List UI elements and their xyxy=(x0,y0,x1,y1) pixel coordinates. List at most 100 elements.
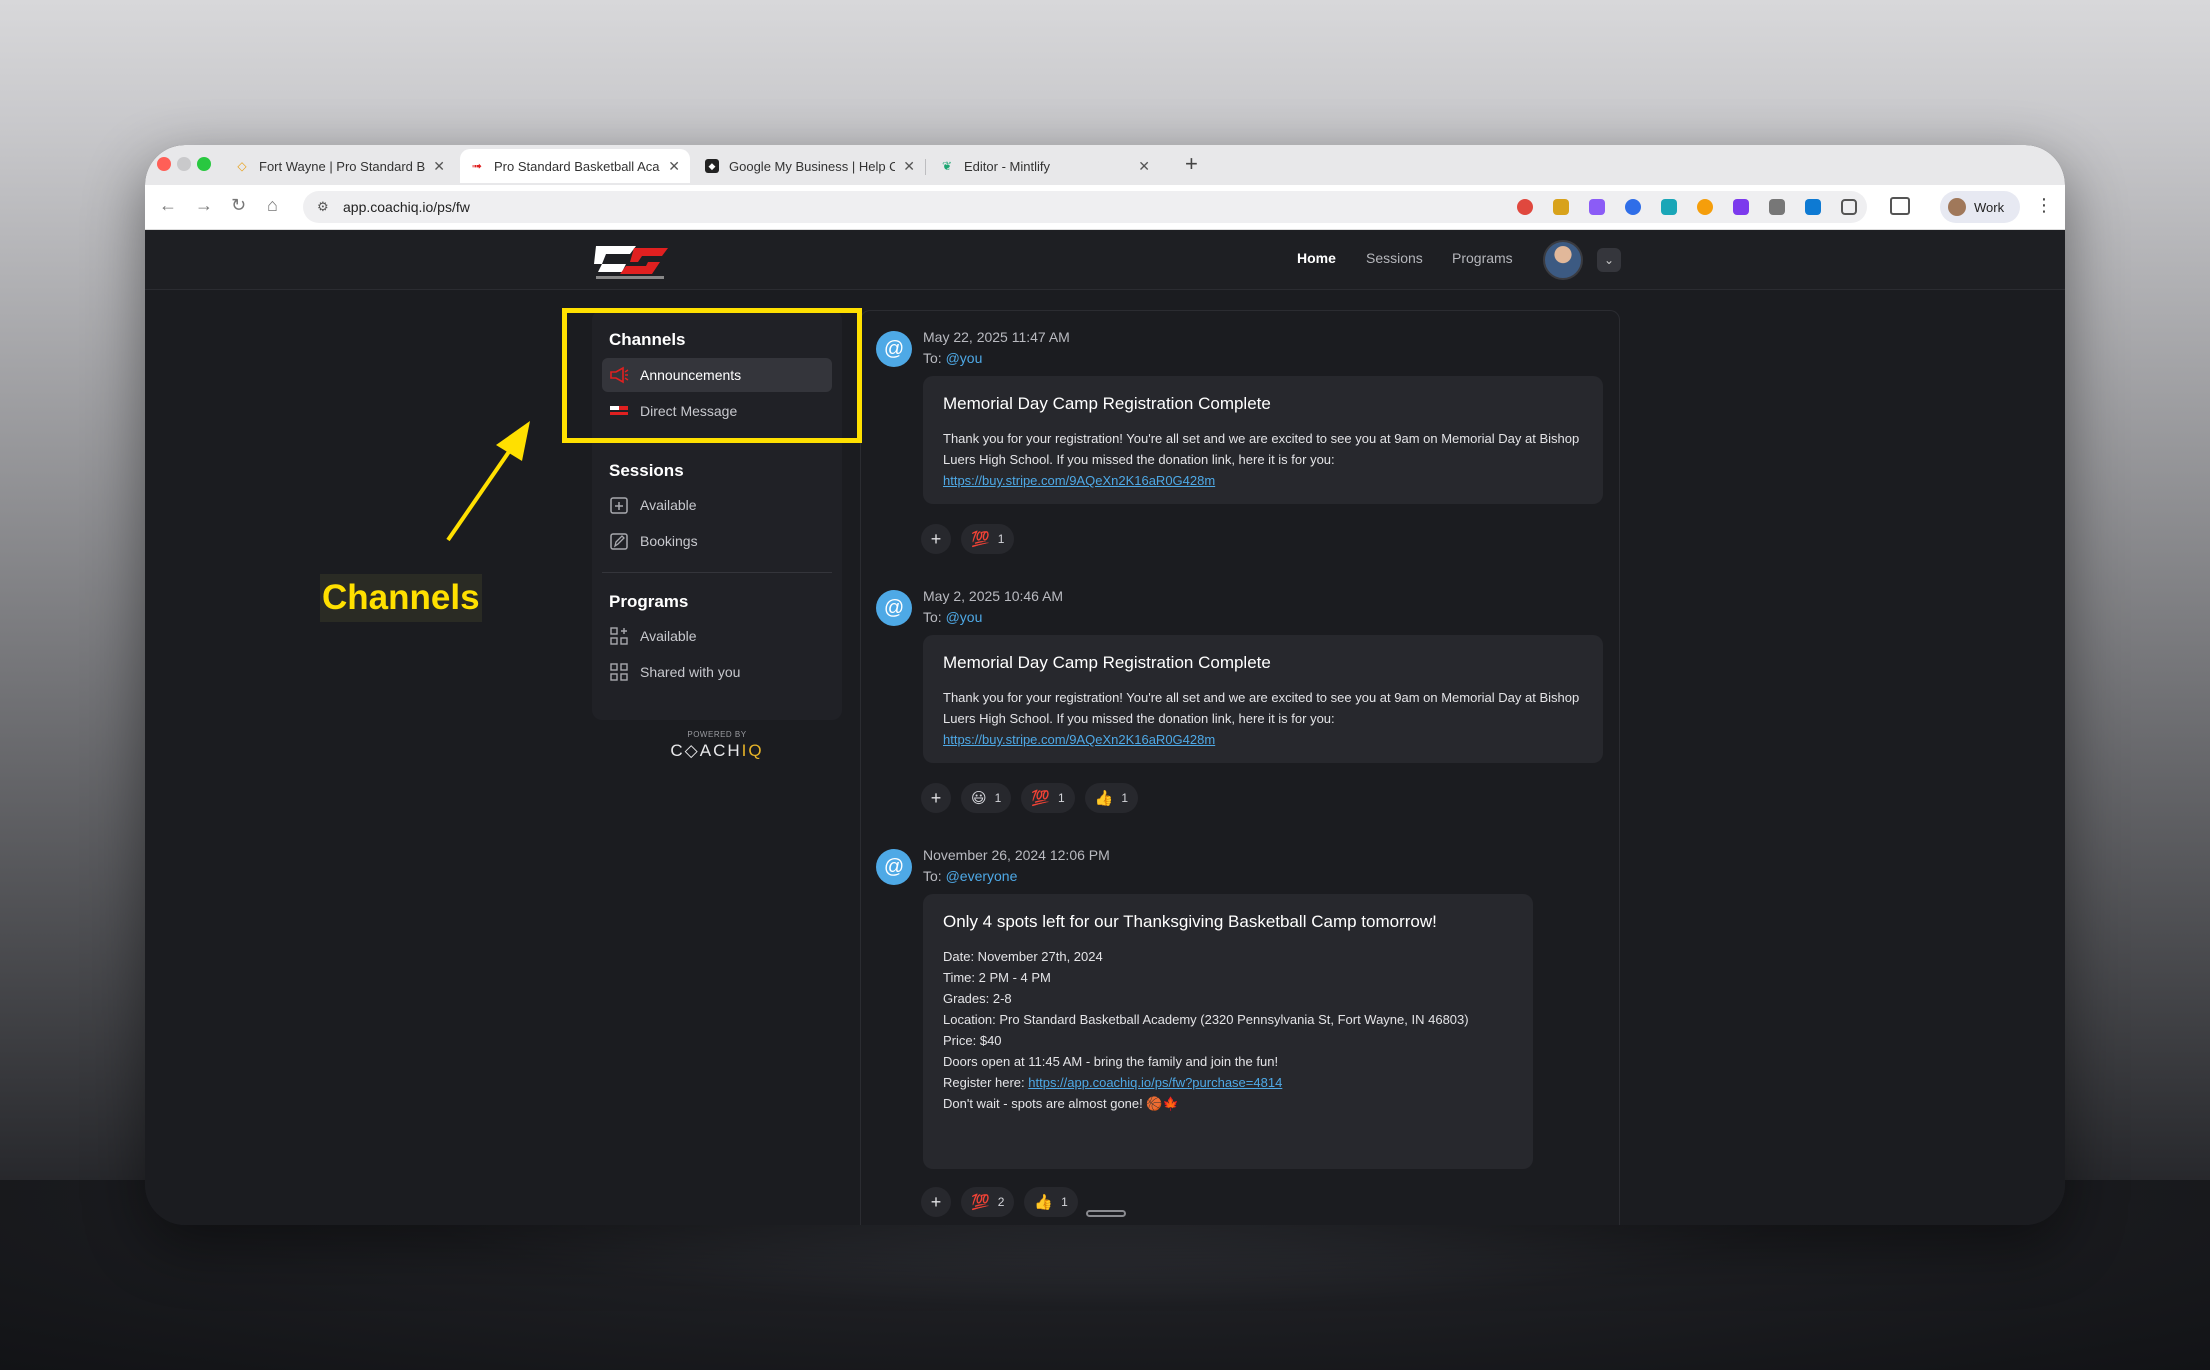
message-recipient: To: @you xyxy=(923,350,983,366)
nav-sessions[interactable]: Sessions xyxy=(1366,250,1423,266)
coachiq-logo: C◇ACHIQ xyxy=(670,741,764,760)
puzzle-extensions-icon[interactable] xyxy=(1841,199,1857,215)
extensions-area xyxy=(1507,191,1867,223)
user-avatar[interactable] xyxy=(1543,240,1583,280)
reaction-hundred[interactable]: 💯 1 xyxy=(961,524,1015,554)
url-text: app.coachiq.io/ps/fw xyxy=(343,199,470,215)
extension-icon[interactable] xyxy=(1589,199,1605,215)
message-title: Memorial Day Camp Registration Complete xyxy=(943,394,1271,413)
close-tab-icon[interactable]: ✕ xyxy=(433,158,445,175)
minimize-window-button[interactable] xyxy=(177,157,191,171)
close-tab-icon[interactable]: ✕ xyxy=(668,158,680,175)
stripe-donation-link[interactable]: https://buy.stripe.com/9AQeXn2K16aR0G428… xyxy=(943,473,1215,488)
ps-logo[interactable] xyxy=(590,240,670,282)
extension-icon[interactable] xyxy=(1805,199,1821,215)
asana-extension-icon[interactable] xyxy=(1517,199,1533,215)
message-date: May 22, 2025 11:47 AM xyxy=(923,329,1070,345)
message-title: Only 4 spots left for our Thanksgiving B… xyxy=(943,912,1437,931)
register-line: Register here: https://app.coachiq.io/ps… xyxy=(943,1075,1283,1090)
site-settings-icon[interactable]: ⚙ xyxy=(317,199,333,215)
home-icon[interactable]: ⌂ xyxy=(267,195,278,216)
close-tab-icon[interactable]: ✕ xyxy=(903,158,915,175)
extension-icon[interactable] xyxy=(1733,199,1749,215)
event-date: Date: November 27th, 2024 xyxy=(943,949,1103,964)
sessions-heading: Sessions xyxy=(609,461,684,480)
sidebar-item-shared-with-you[interactable]: Shared with you xyxy=(602,655,832,689)
message-body: Thank you for your registration! You're … xyxy=(943,690,1580,726)
divider xyxy=(602,572,832,573)
reaction-smile[interactable]: 😃 1 xyxy=(961,783,1012,813)
ps-logo-icon: ➟ xyxy=(471,159,483,173)
close-tab-icon[interactable]: ✕ xyxy=(1138,158,1150,175)
closing-line: Don't wait - spots are almost gone! 🏀🍁 xyxy=(943,1096,1179,1111)
code-icon: ◇ xyxy=(237,159,247,173)
camera-extension-icon[interactable] xyxy=(1769,199,1785,215)
message-recipient: To: @everyone xyxy=(923,868,1018,884)
tab-bar: ◇ Fort Wayne | Pro Standard Ba ✕ ➟ Pro S… xyxy=(145,145,2065,185)
add-reaction-button[interactable]: + xyxy=(921,524,951,554)
event-price: Price: $40 xyxy=(943,1033,1002,1048)
figma-extension-icon[interactable] xyxy=(1697,199,1713,215)
sidebar-item-programs-available[interactable]: Available xyxy=(602,619,832,653)
browser-toolbar: ← → ↻ ⌂ ⚙ app.coachiq.io/ps/fw ☆ Work ⋮ xyxy=(145,185,2065,230)
reaction-bar: + 💯 2 👍 1 xyxy=(921,1187,1078,1217)
reaction-bar: + 💯 1 xyxy=(921,524,1015,554)
web-page: Home Sessions Programs ⌄ Channels Announ… xyxy=(145,230,2065,1225)
maximize-window-button[interactable] xyxy=(197,157,211,171)
message-date: November 26, 2024 12:06 PM xyxy=(923,847,1110,863)
message-card: Memorial Day Camp Registration Complete … xyxy=(923,376,1603,504)
side-panel-icon[interactable] xyxy=(1890,197,1910,215)
browser-tab[interactable]: ◇ Fort Wayne | Pro Standard Ba ✕ xyxy=(225,149,455,183)
event-location: Location: Pro Standard Basketball Academ… xyxy=(943,1012,1469,1027)
nav-programs[interactable]: Programs xyxy=(1452,250,1513,266)
add-reaction-button[interactable]: + xyxy=(921,783,951,813)
register-link[interactable]: https://app.coachiq.io/ps/fw?purchase=48… xyxy=(1028,1075,1282,1090)
more-menu-icon[interactable]: ⋮ xyxy=(2035,195,2053,216)
programs-heading: Programs xyxy=(609,592,689,611)
forward-icon[interactable]: → xyxy=(195,195,213,216)
message-body: Thank you for your registration! You're … xyxy=(943,431,1580,467)
reload-icon[interactable]: ↻ xyxy=(231,195,246,216)
arrow-icon xyxy=(446,421,530,542)
message-title: Memorial Day Camp Registration Complete xyxy=(943,653,1271,672)
close-window-button[interactable] xyxy=(157,157,171,171)
announcements-feed[interactable]: @ May 22, 2025 11:47 AM To: @you Memoria… xyxy=(860,310,1620,1225)
stripe-donation-link[interactable]: https://buy.stripe.com/9AQeXn2K16aR0G428… xyxy=(943,732,1215,747)
gmb-icon: ◆ xyxy=(705,159,719,173)
browser-tab[interactable]: ❦ Editor - Mintlify ✕ xyxy=(930,149,1160,183)
address-bar[interactable]: ⚙ app.coachiq.io/ps/fw ☆ xyxy=(303,191,1645,223)
avatar xyxy=(1948,198,1966,216)
channels-annotation-label: Channels xyxy=(320,574,482,622)
reaction-thumbs-up[interactable]: 👍 1 xyxy=(1024,1187,1078,1217)
tab-separator xyxy=(925,159,926,175)
browser-tab[interactable]: ◆ Google My Business | Help C ✕ xyxy=(695,149,925,183)
reaction-thumbs-up[interactable]: 👍 1 xyxy=(1084,783,1139,813)
chevron-down-icon[interactable]: ⌄ xyxy=(1597,248,1621,272)
sidebar-item-sessions-available[interactable]: Available xyxy=(602,488,832,522)
sidebar-item-bookings[interactable]: Bookings xyxy=(602,524,832,558)
browser-window: ◇ Fort Wayne | Pro Standard Ba ✕ ➟ Pro S… xyxy=(145,145,2065,1225)
nav-home[interactable]: Home xyxy=(1297,250,1336,266)
reaction-hundred[interactable]: 💯 1 xyxy=(1021,783,1075,813)
add-reaction-button[interactable]: + xyxy=(921,1187,951,1217)
grid-icon xyxy=(608,661,630,683)
event-time: Time: 2 PM - 4 PM xyxy=(943,970,1051,985)
calendar-edit-icon xyxy=(608,530,630,552)
message-recipient: To: @you xyxy=(923,609,983,625)
grid-plus-icon xyxy=(608,625,630,647)
at-mention-icon: @ xyxy=(876,331,912,367)
message-date: May 2, 2025 10:46 AM xyxy=(923,588,1064,604)
reaction-hundred[interactable]: 💯 2 xyxy=(961,1187,1015,1217)
browser-tab-active[interactable]: ➟ Pro Standard Basketball Acad ✕ xyxy=(460,149,690,183)
extension-icon[interactable] xyxy=(1553,199,1569,215)
reaction-bar: + 😃 1 💯 1 👍 1 xyxy=(921,783,1139,813)
back-icon[interactable]: ← xyxy=(159,195,177,216)
app-header: Home Sessions Programs ⌄ xyxy=(145,230,2065,290)
profile-button[interactable]: Work xyxy=(1940,191,2020,223)
new-tab-button[interactable]: + xyxy=(1185,151,1198,177)
at-mention-icon: @ xyxy=(876,849,912,885)
extension-icon[interactable] xyxy=(1625,199,1641,215)
extension-icon[interactable] xyxy=(1661,199,1677,215)
scroll-handle[interactable] xyxy=(1086,1210,1126,1217)
powered-by-coachiq[interactable]: POWERED BY C◇ACHIQ xyxy=(592,730,842,761)
